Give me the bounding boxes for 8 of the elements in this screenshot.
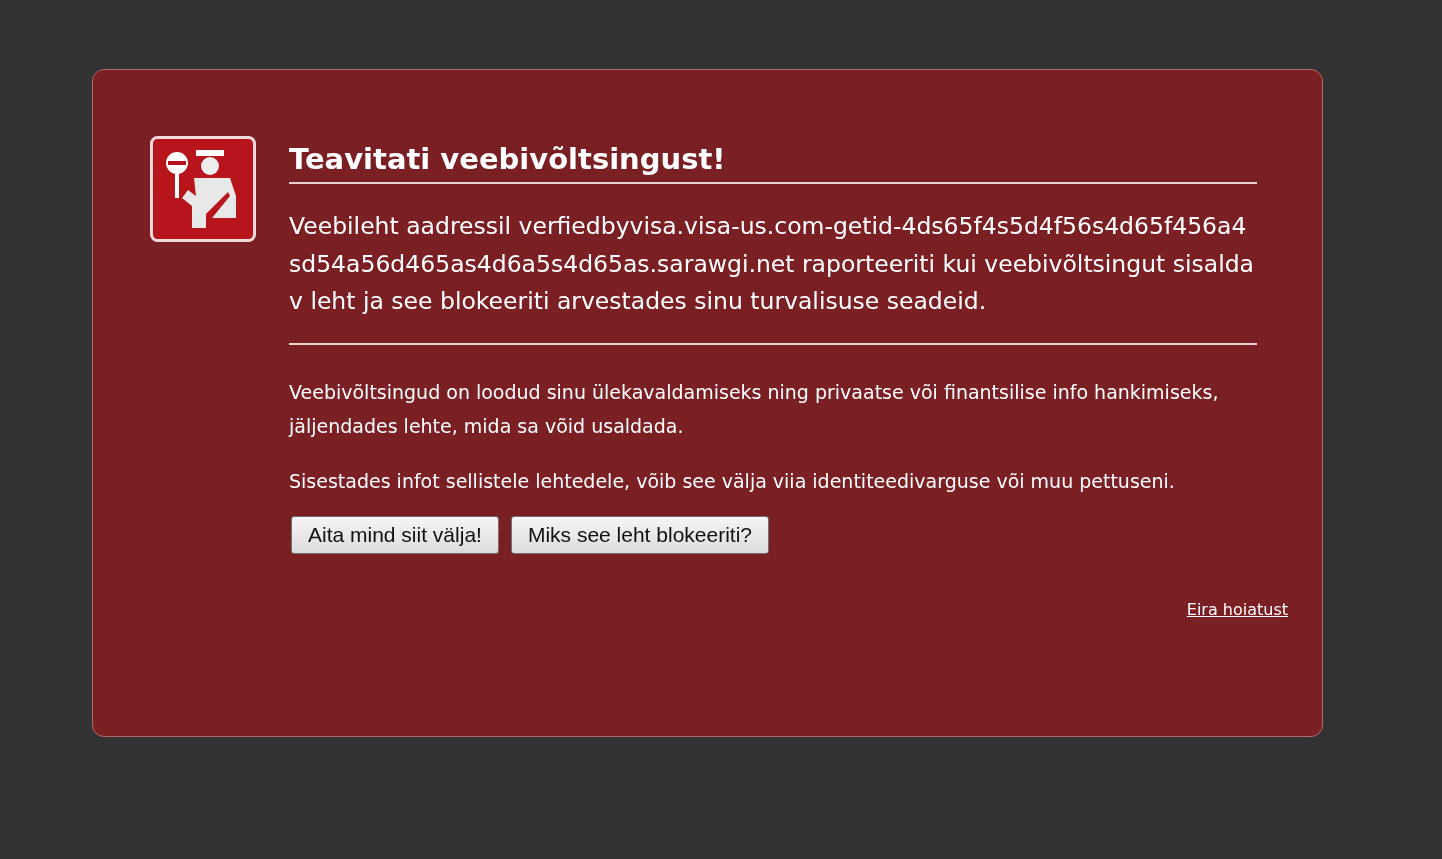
ignore-warning-link[interactable]: Eira hoiatust: [1186, 599, 1288, 619]
warning-message: Veebileht aadressil verfiedbyvisa.visa-us.com-getid-4ds65f4s5d4f56s4d65f456a4sd54a56d465as4d6a5s4d65as.sarawgi.net raporteeriti kui veebivõltsingut sisaldav leht ja see blokeeriti arvestades sinu turvalisuse seadeid.: [289, 211, 1255, 317]
action-button[interactable]: Aita mind siit välja!: [291, 515, 499, 554]
warning-title: Teavitati veebivõltsingust!: [289, 142, 1257, 184]
detail-text: Sisestades infot sellistele lehtedele, võib see välja viia identiteedivarguse või muu pettuseni.: [289, 468, 1176, 494]
action-button[interactable]: Miks see leht blokeeriti?: [510, 515, 769, 554]
detail-text: Veebivõltsingud on loodud sinu ülekavaldamiseks ning privaatse või finantsilise info hankimiseks, jäljendades lehte, mida sa võid usaldada.: [289, 379, 1220, 439]
officer-icon: [150, 136, 256, 242]
